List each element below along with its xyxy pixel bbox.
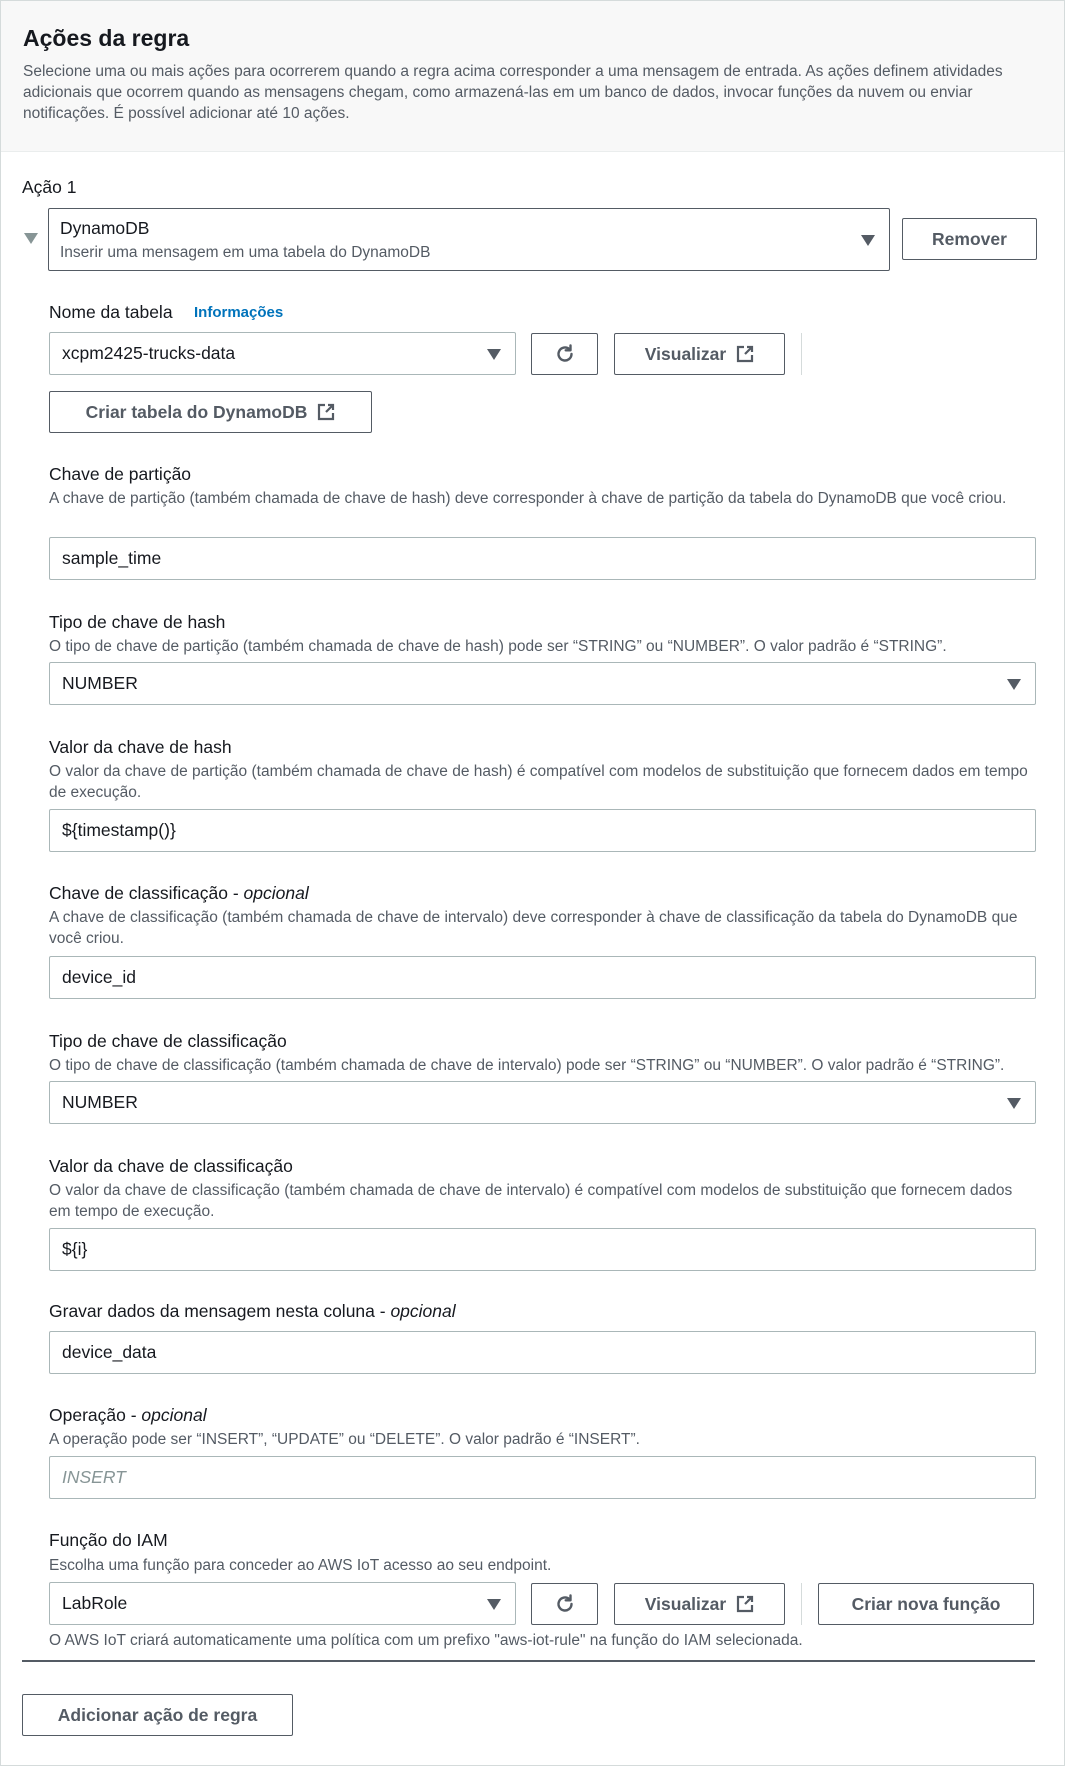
refresh-icon — [556, 1594, 573, 1612]
sort-key-value-input[interactable]: ${i} — [49, 1228, 1036, 1271]
chevron-down-icon — [487, 349, 501, 360]
message-column-value: device_data — [62, 1342, 157, 1362]
external-link-icon — [318, 403, 335, 421]
message-column-input[interactable]: device_data — [49, 1331, 1036, 1374]
external-link-icon — [737, 1595, 754, 1613]
message-column-label: Gravar dados da mensagem nesta coluna - … — [49, 1301, 456, 1322]
iam-role-description: Escolha uma função para conceder ao AWS … — [49, 1557, 552, 1574]
sort-key-value-value: ${i} — [62, 1239, 88, 1259]
chevron-down-icon — [861, 235, 875, 246]
hash-key-type-value: NUMBER — [62, 673, 138, 693]
create-role-button[interactable]: Criar nova função — [818, 1583, 1034, 1625]
external-link-icon — [737, 345, 754, 363]
refresh-roles-button[interactable] — [531, 1583, 598, 1625]
sort-key-type-select[interactable]: NUMBER — [49, 1081, 1036, 1124]
table-name-value: xcpm2425-trucks-data — [62, 343, 236, 363]
operation-placeholder: INSERT — [62, 1467, 126, 1487]
partition-key-description: A chave de partição (também chamada de c… — [49, 490, 1007, 507]
table-name-select[interactable]: xcpm2425-trucks-data — [49, 332, 516, 375]
remove-action-button[interactable]: Remover — [902, 218, 1037, 260]
refresh-icon — [556, 344, 573, 362]
view-role-label: Visualizar — [644, 1593, 727, 1614]
operation-label-text: Operação - — [49, 1405, 142, 1425]
table-name-label: Nome da tabela — [49, 302, 173, 322]
sort-key-value: device_id — [62, 967, 136, 987]
partition-key-label: Chave de partição — [49, 464, 192, 484]
add-rule-action-label: Adicionar ação de regra — [57, 1704, 258, 1725]
operation-label: Operação - opcional — [49, 1405, 207, 1426]
sort-key-value-description: O valor da chave de classificação (també… — [49, 1182, 1013, 1220]
action-type-value: DynamoDB — [60, 218, 150, 238]
hash-key-value-description: O valor da chave de partição (também cha… — [49, 763, 1028, 801]
sort-key-label-text: Chave de classificação - — [49, 883, 244, 903]
sort-key-type-value: NUMBER — [62, 1092, 138, 1112]
panel-description: Selecione uma ou mais ações para ocorrer… — [23, 63, 1003, 122]
panel-title: Ações da regra — [23, 25, 190, 51]
view-role-button[interactable]: Visualizar — [614, 1583, 785, 1625]
hash-key-type-select[interactable]: NUMBER — [49, 662, 1036, 705]
message-column-label-text: Gravar dados da mensagem nesta coluna - — [49, 1301, 391, 1321]
operation-input[interactable]: INSERT — [49, 1456, 1036, 1499]
sort-key-label: Chave de classificação - opcional — [49, 883, 309, 904]
toolbar-divider — [801, 333, 802, 375]
operation-description: A operação pode ser “INSERT”, “UPDATE” o… — [49, 1431, 640, 1448]
chevron-down-icon — [1007, 1098, 1021, 1109]
view-table-button[interactable]: Visualizar — [614, 333, 785, 375]
iam-role-note: O AWS IoT criará automaticamente uma pol… — [49, 1632, 803, 1649]
iam-role-label: Função do IAM — [49, 1530, 168, 1550]
panel-header: Ações da regra Selecione uma ou mais açõ… — [1, 1, 1064, 152]
hash-key-value-input[interactable]: ${timestamp()} — [49, 809, 1036, 852]
action-type-description: Inserir uma mensagem em uma tabela do Dy… — [60, 244, 431, 261]
optional-tag: opcional — [141, 1405, 207, 1425]
optional-tag: opcional — [390, 1301, 456, 1321]
action-divider — [22, 1660, 1035, 1662]
hash-key-value-value: ${timestamp()} — [62, 820, 176, 840]
rule-actions-panel: Ações da regra Selecione uma ou mais açõ… — [0, 0, 1065, 1766]
hash-key-value-label: Valor da chave de hash — [49, 737, 232, 757]
sort-key-value-label: Valor da chave de classificação — [49, 1156, 293, 1176]
hash-key-type-description: O tipo de chave de partição (também cham… — [49, 638, 947, 655]
sort-key-type-label: Tipo de chave de classificação — [49, 1031, 287, 1051]
view-table-label: Visualizar — [644, 343, 727, 364]
chevron-down-icon — [487, 1599, 501, 1610]
sort-key-input[interactable]: device_id — [49, 956, 1036, 999]
collapse-toggle-icon[interactable] — [24, 233, 38, 244]
iam-role-select[interactable]: LabRole — [49, 1582, 516, 1625]
create-role-label: Criar nova função — [851, 1593, 1001, 1614]
toolbar-divider — [801, 1583, 802, 1625]
partition-key-value: sample_time — [62, 548, 162, 568]
sort-key-description: A chave de classificação (também chamada… — [49, 909, 1018, 947]
add-rule-action-button[interactable]: Adicionar ação de regra — [22, 1694, 293, 1736]
iam-role-value: LabRole — [62, 1593, 128, 1613]
hash-key-type-label: Tipo de chave de hash — [49, 612, 226, 632]
partition-key-input[interactable]: sample_time — [49, 537, 1036, 580]
create-dynamodb-table-button[interactable]: Criar tabela do DynamoDB — [49, 391, 372, 433]
optional-tag: opcional — [243, 883, 309, 903]
refresh-tables-button[interactable] — [531, 333, 598, 375]
action-type-select[interactable]: DynamoDB Inserir uma mensagem em uma tab… — [48, 208, 890, 271]
create-table-label: Criar tabela do DynamoDB — [85, 401, 308, 422]
chevron-down-icon — [1007, 679, 1021, 690]
table-info-link[interactable]: Informações — [194, 304, 283, 321]
action-label: Ação 1 — [22, 177, 77, 197]
sort-key-type-description: O tipo de chave de classificação (também… — [49, 1057, 1005, 1074]
remove-action-label: Remover — [932, 228, 1007, 249]
